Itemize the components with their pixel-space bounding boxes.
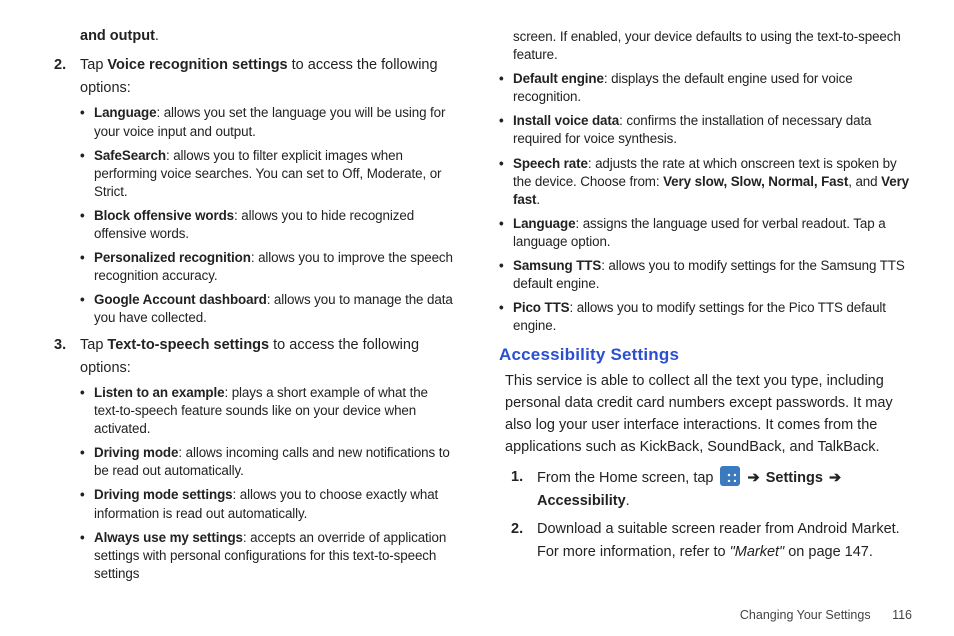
list-item: •Personalized recognition: allows you to… <box>80 249 455 285</box>
step-body: Download a suitable screen reader from A… <box>537 518 912 563</box>
list-item: •Speech rate: adjusts the rate at which … <box>499 155 912 209</box>
document-page: and output. 2. Tap Voice recognition set… <box>0 0 954 636</box>
step-number: 3. <box>54 334 80 356</box>
accessibility-paragraph: This service is able to collect all the … <box>505 371 912 458</box>
list-item: •Always use my settings: accepts an over… <box>80 529 455 583</box>
numbered-step: 3. Tap Text-to-speech settings to access… <box>54 334 455 356</box>
step-number: 2. <box>54 54 80 76</box>
right-column: screen. If enabled, your device defaults… <box>477 28 912 616</box>
numbered-step: 1. From the Home screen, tap ➔ Settings … <box>511 466 912 512</box>
arrow-icon: ➔ <box>746 470 762 486</box>
page-footer: Changing Your Settings 116 <box>740 608 912 622</box>
step-body: Tap Text-to-speech settings to access th… <box>80 334 455 356</box>
list-item: •Listen to an example: plays a short exa… <box>80 384 455 438</box>
list-item: •Default engine: displays the default en… <box>499 70 912 106</box>
step-number: 1. <box>511 466 537 512</box>
options-label: options: <box>80 360 455 376</box>
list-item: •Pico TTS: allows you to modify settings… <box>499 299 912 335</box>
tts-bullet-list-b: •Default engine: displays the default en… <box>499 70 912 335</box>
step-body: Tap Voice recognition settings to access… <box>80 54 455 76</box>
options-label: options: <box>80 80 455 96</box>
tts-bullet-list-a: •Listen to an example: plays a short exa… <box>80 384 455 583</box>
list-item: •Google Account dashboard: allows you to… <box>80 291 455 327</box>
list-item: •Samsung TTS: allows you to modify setti… <box>499 257 912 293</box>
list-item: •Block offensive words: allows you to hi… <box>80 207 455 243</box>
voice-rec-bullet-list: •Language: allows you set the language y… <box>80 104 455 327</box>
section-heading-accessibility: Accessibility Settings <box>499 345 912 365</box>
left-column: and output. 2. Tap Voice recognition set… <box>42 28 477 616</box>
list-item: •Language: allows you set the language y… <box>80 104 455 140</box>
arrow-icon: ➔ <box>827 470 843 486</box>
list-item: •Driving mode settings: allows you to ch… <box>80 486 455 522</box>
apps-grid-icon <box>720 466 740 486</box>
footer-page-number: 116 <box>892 608 912 622</box>
list-item: •Driving mode: allows incoming calls and… <box>80 444 455 480</box>
carryover-text: screen. If enabled, your device defaults… <box>513 28 912 64</box>
step-body: From the Home screen, tap ➔ Settings ➔ A… <box>537 466 912 512</box>
list-item: •Install voice data: confirms the instal… <box>499 112 912 148</box>
continuation-fragment: and output. <box>80 28 455 44</box>
list-item: •SafeSearch: allows you to filter explic… <box>80 147 455 201</box>
step-number: 2. <box>511 518 537 563</box>
numbered-step: 2. Tap Voice recognition settings to acc… <box>54 54 455 76</box>
footer-section: Changing Your Settings <box>740 608 871 622</box>
numbered-step: 2. Download a suitable screen reader fro… <box>511 518 912 563</box>
list-item: •Language: assigns the language used for… <box>499 215 912 251</box>
